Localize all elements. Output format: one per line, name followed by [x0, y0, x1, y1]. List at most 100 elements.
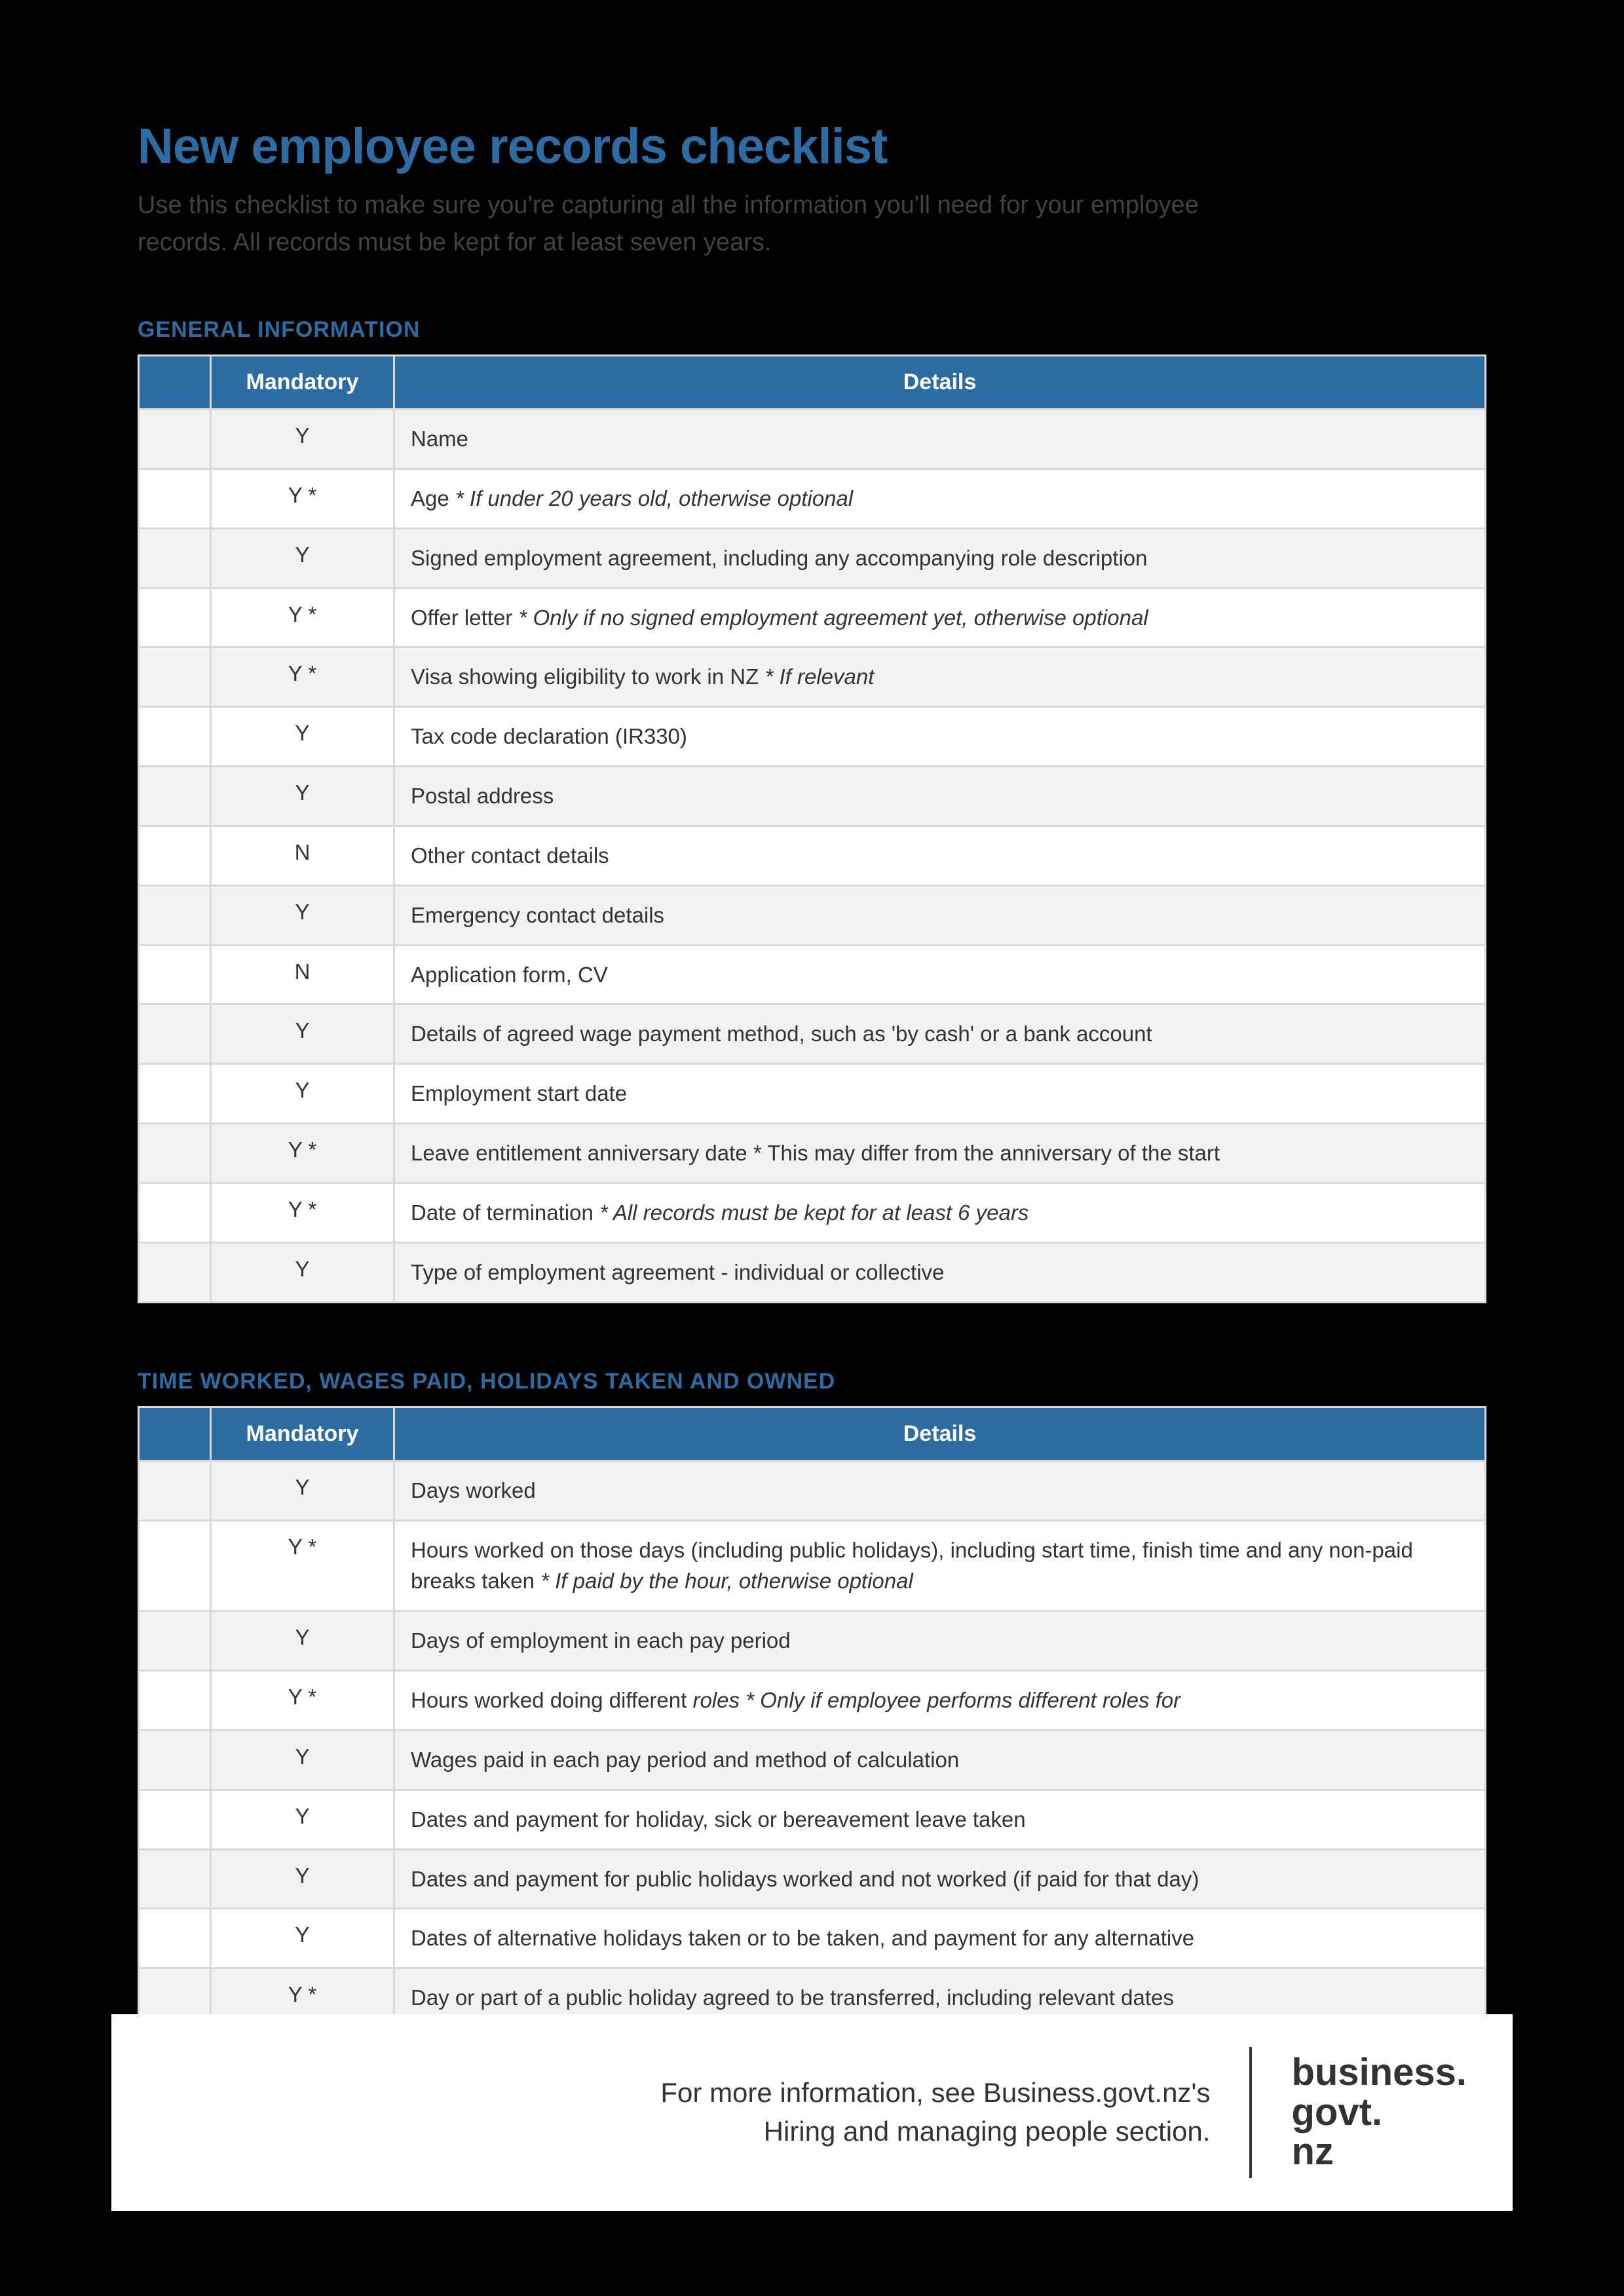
details-cell: Wages paid in each pay period and method…	[394, 1730, 1486, 1789]
mandatory-cell: Y	[211, 528, 394, 588]
table-row: Y *Hours worked on those days (including…	[139, 1520, 1486, 1611]
checkbox-cell[interactable]	[139, 1849, 211, 1909]
mandatory-cell: Y	[211, 707, 394, 767]
table-row: Y *Date of termination * All records mus…	[139, 1183, 1486, 1242]
checkbox-cell[interactable]	[139, 826, 211, 885]
table-row: YDays worked	[139, 1461, 1486, 1520]
details-cell: Hours worked doing different roles * Onl…	[394, 1671, 1486, 1731]
section-heading: TIME WORKED, WAGES PAID, HOLIDAYS TAKEN …	[138, 1369, 1486, 1394]
checkbox-cell[interactable]	[139, 1671, 211, 1731]
col-details: Details	[394, 356, 1486, 410]
mandatory-cell: Y	[211, 1242, 394, 1302]
mandatory-cell: Y	[211, 1909, 394, 1968]
table-row: Y *Visa showing eligibility to work in N…	[139, 647, 1486, 707]
logo-line2: govt.	[1291, 2093, 1467, 2133]
document-page: New employee records checklist Use this …	[0, 0, 1624, 2296]
mandatory-cell: Y *	[211, 588, 394, 647]
footer-text: For more information, see Business.govt.…	[660, 2074, 1210, 2151]
checkbox-cell[interactable]	[139, 1124, 211, 1183]
table-row: Y *Age * If under 20 years old, otherwis…	[139, 469, 1486, 528]
mandatory-cell: Y	[211, 410, 394, 469]
checkbox-cell[interactable]	[139, 1789, 211, 1849]
checkbox-cell[interactable]	[139, 1242, 211, 1302]
mandatory-cell: Y	[211, 885, 394, 945]
table-row: YType of employment agreement - individu…	[139, 1242, 1486, 1302]
mandatory-cell: Y	[211, 1789, 394, 1849]
details-cell: Days worked	[394, 1461, 1486, 1520]
page-subtitle: Use this checklist to make sure you're c…	[138, 187, 1251, 261]
mandatory-cell: Y	[211, 1461, 394, 1520]
table-row: YDates and payment for holiday, sick or …	[139, 1789, 1486, 1849]
details-cell: Emergency contact details	[394, 885, 1486, 945]
table-row: Y *Leave entitlement anniversary date * …	[139, 1124, 1486, 1183]
table-row: YSigned employment agreement, including …	[139, 528, 1486, 588]
details-cell: Dates and payment for public holidays wo…	[394, 1849, 1486, 1909]
checkbox-cell[interactable]	[139, 1183, 211, 1242]
footer-divider	[1249, 2047, 1252, 2178]
checkbox-cell[interactable]	[139, 1611, 211, 1671]
checkbox-cell[interactable]	[139, 707, 211, 767]
table-row: YEmployment start date	[139, 1064, 1486, 1124]
checkbox-cell[interactable]	[139, 1461, 211, 1520]
footer: For more information, see Business.govt.…	[111, 2014, 1513, 2211]
logo-line3: nz	[1291, 2132, 1467, 2172]
checkbox-cell[interactable]	[139, 1064, 211, 1124]
footer-line1: For more information, see Business.govt.…	[660, 2074, 1210, 2113]
col-checkbox	[139, 356, 211, 410]
mandatory-cell: Y	[211, 1004, 394, 1064]
table-row: YDates of alternative holidays taken or …	[139, 1909, 1486, 1968]
checkbox-cell[interactable]	[139, 647, 211, 707]
mandatory-cell: Y	[211, 767, 394, 826]
mandatory-cell: Y	[211, 1849, 394, 1909]
details-cell: Details of agreed wage payment method, s…	[394, 1004, 1486, 1064]
details-cell: Type of employment agreement - individua…	[394, 1242, 1486, 1302]
table-row: NOther contact details	[139, 826, 1486, 885]
mandatory-cell: Y *	[211, 1671, 394, 1731]
section-heading: GENERAL INFORMATION	[138, 317, 1486, 343]
details-cell: Offer letter * Only if no signed employm…	[394, 588, 1486, 647]
checkbox-cell[interactable]	[139, 885, 211, 945]
mandatory-cell: Y	[211, 1730, 394, 1789]
col-mandatory: Mandatory	[211, 1407, 394, 1461]
footer-line2: Hiring and managing people section.	[660, 2113, 1210, 2151]
table-row: YTax code declaration (IR330)	[139, 707, 1486, 767]
checkbox-cell[interactable]	[139, 1730, 211, 1789]
col-checkbox	[139, 1407, 211, 1461]
mandatory-cell: Y *	[211, 1520, 394, 1611]
table-row: YDates and payment for public holidays w…	[139, 1849, 1486, 1909]
table-row: YWages paid in each pay period and metho…	[139, 1730, 1486, 1789]
mandatory-cell: N	[211, 945, 394, 1004]
table-row: YPostal address	[139, 767, 1486, 826]
details-cell: Application form, CV	[394, 945, 1486, 1004]
checkbox-cell[interactable]	[139, 588, 211, 647]
table-row: YName	[139, 410, 1486, 469]
checkbox-cell[interactable]	[139, 1909, 211, 1968]
details-cell: Signed employment agreement, including a…	[394, 528, 1486, 588]
checkbox-cell[interactable]	[139, 945, 211, 1004]
details-cell: Hours worked on those days (including pu…	[394, 1520, 1486, 1611]
checkbox-cell[interactable]	[139, 469, 211, 528]
details-cell: Date of termination * All records must b…	[394, 1183, 1486, 1242]
section-general: GENERAL INFORMATION Mandatory Details YN…	[138, 317, 1486, 1303]
col-mandatory: Mandatory	[211, 356, 394, 410]
checkbox-cell[interactable]	[139, 528, 211, 588]
checkbox-cell[interactable]	[139, 1520, 211, 1611]
details-cell: Postal address	[394, 767, 1486, 826]
checkbox-cell[interactable]	[139, 1004, 211, 1064]
logo-line1: business.	[1291, 2053, 1467, 2093]
table-row: YDays of employment in each pay period	[139, 1611, 1486, 1671]
mandatory-cell: Y *	[211, 1183, 394, 1242]
mandatory-cell: Y	[211, 1611, 394, 1671]
details-cell: Tax code declaration (IR330)	[394, 707, 1486, 767]
details-cell: Leave entitlement anniversary date * Thi…	[394, 1124, 1486, 1183]
mandatory-cell: N	[211, 826, 394, 885]
details-cell: Days of employment in each pay period	[394, 1611, 1486, 1671]
table-row: Y *Hours worked doing different roles * …	[139, 1671, 1486, 1731]
checkbox-cell[interactable]	[139, 767, 211, 826]
details-cell: Employment start date	[394, 1064, 1486, 1124]
details-cell: Visa showing eligibility to work in NZ *…	[394, 647, 1486, 707]
mandatory-cell: Y *	[211, 647, 394, 707]
details-cell: Dates of alternative holidays taken or t…	[394, 1909, 1486, 1968]
col-details: Details	[394, 1407, 1486, 1461]
checkbox-cell[interactable]	[139, 410, 211, 469]
